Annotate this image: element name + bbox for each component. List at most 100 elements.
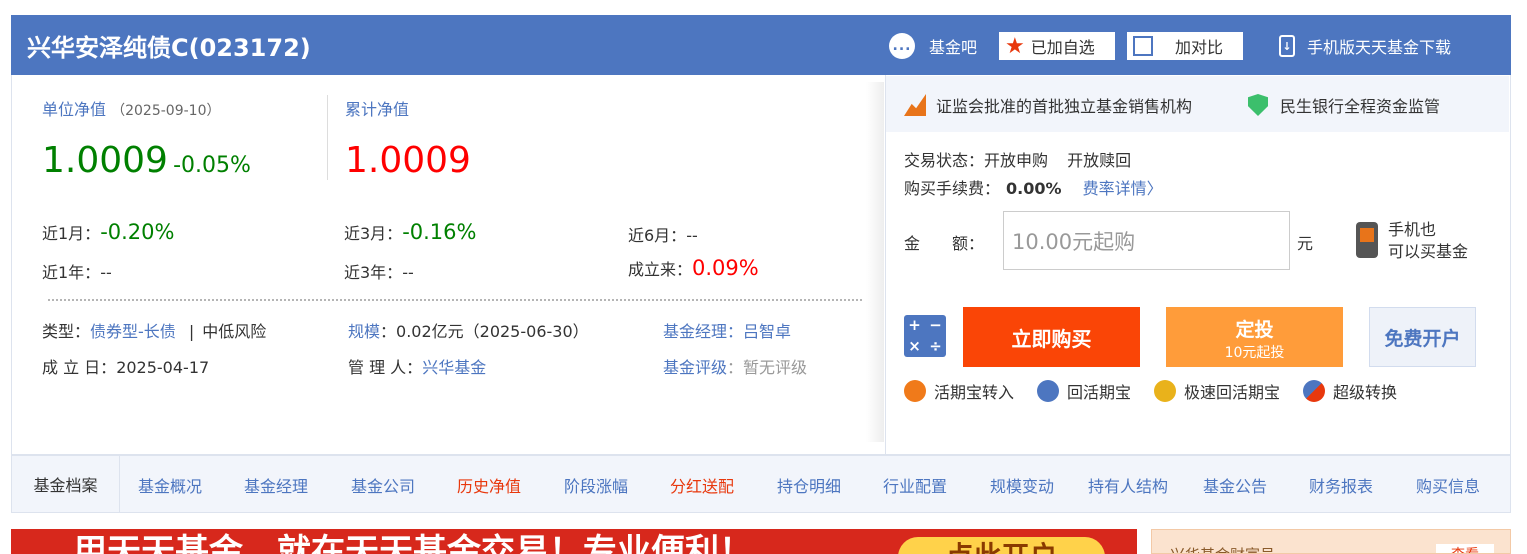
- unit-nav-change: -0.05%: [173, 153, 251, 178]
- money-bag-icon: [1154, 380, 1176, 402]
- hqb-in-icon: [904, 380, 926, 402]
- promo-open-account-button[interactable]: 点此开户: [898, 537, 1105, 554]
- swap-arrows-icon: [1303, 380, 1325, 402]
- company-link[interactable]: 兴华基金: [422, 358, 486, 377]
- trust-item-bank: 民生银行全程资金监管: [1248, 93, 1440, 117]
- amount-input[interactable]: 10.00元起购: [1003, 211, 1290, 270]
- nav-item[interactable]: 规模变动: [990, 473, 1054, 497]
- mobile-download-icon: ↓: [1279, 35, 1295, 57]
- nav-item[interactable]: 基金公司: [351, 473, 415, 497]
- calculator-icon[interactable]: + − × ÷: [904, 315, 946, 357]
- nav-item[interactable]: 基金经理: [244, 473, 308, 497]
- action-label: 回活期宝: [1067, 383, 1132, 402]
- action-hqb-in[interactable]: 活期宝转入: [904, 379, 1014, 403]
- trust-item-text: 民生银行全程资金监管: [1280, 97, 1441, 116]
- nav-item[interactable]: 购买信息: [1416, 473, 1480, 497]
- sip-label: 定投: [1235, 319, 1274, 341]
- status-label: 交易状态：: [904, 151, 985, 170]
- established-value: 2025-04-17: [116, 358, 210, 377]
- sip-sub: 10元起投: [1224, 345, 1285, 361]
- nav-item[interactable]: 基金概况: [138, 473, 202, 497]
- wealth-account-view[interactable]: 查看: [1436, 544, 1494, 553]
- status-redeem: 开放赎回: [1067, 151, 1132, 170]
- manager-link[interactable]: 吕智卓: [743, 322, 791, 341]
- calc-glyph: ÷: [929, 337, 942, 355]
- nav-item[interactable]: 持有人结构: [1088, 473, 1168, 497]
- perf-value: -0.20%: [100, 220, 175, 244]
- manager-label: 基金经理：: [663, 322, 744, 341]
- action-label: 极速回活期宝: [1184, 383, 1281, 402]
- perf-6m: 近6月：--: [628, 222, 698, 246]
- action-label: 活期宝转入: [934, 383, 1015, 402]
- perf-value: -0.16%: [402, 220, 477, 244]
- fee-value: 0.00%: [1006, 179, 1062, 198]
- promo-banner[interactable]: 用天天基金，就在天天基金交易！专业便利！ 点此开户: [11, 529, 1137, 554]
- perf-1y: 近1年：--: [42, 259, 112, 283]
- perf-3m: 近3月：-0.16%: [344, 220, 476, 244]
- nav-item[interactable]: 行业配置: [883, 473, 947, 497]
- action-fast-back-hqb[interactable]: 极速回活期宝: [1154, 379, 1280, 403]
- favorite-label: 已加自选: [1030, 38, 1095, 57]
- trust-bar: 证监会批准的首批独立基金销售机构 民生银行全程资金监管: [886, 76, 1509, 132]
- perf-value: --: [686, 226, 698, 245]
- compare-label: 加对比: [1175, 38, 1224, 57]
- checkbox-icon: [1133, 36, 1153, 56]
- perf-label: 近3月：: [344, 224, 403, 243]
- nav-item[interactable]: 阶段涨幅: [564, 473, 628, 497]
- fund-bar-link[interactable]: ... 基金吧: [889, 32, 977, 60]
- nav-item[interactable]: 基金公告: [1203, 473, 1267, 497]
- chart-trend-icon: [904, 94, 926, 116]
- unit-nav-heading: 单位净值 （2025-09-10）: [42, 96, 220, 120]
- fund-bar-label: 基金吧: [929, 38, 978, 57]
- fund-header: 兴华安泽纯债C(023172) ... 基金吧 ★ 已加自选 加对比 ↓ 手机版…: [11, 15, 1511, 75]
- buy-now-button[interactable]: 立即购买: [963, 307, 1140, 367]
- scale-link[interactable]: 规模: [348, 322, 380, 341]
- promo-banner-text: 用天天基金，就在天天基金交易！专业便利！: [73, 532, 753, 554]
- type-separator: |: [188, 322, 195, 341]
- action-super-convert[interactable]: 超级转换: [1303, 379, 1397, 403]
- app-download-label: 手机版天天基金下载: [1307, 38, 1452, 57]
- amount-unit: 元: [1297, 234, 1314, 253]
- mobile-hint-line2: 可以买基金: [1388, 242, 1469, 261]
- fee-detail-link[interactable]: 费率详情〉: [1083, 179, 1163, 198]
- fund-title: 兴华安泽纯债C(023172): [27, 34, 311, 62]
- fund-type-row: 类型：债券型-长债 | 中低风险: [42, 318, 266, 342]
- acc-nav-value: 1.0009: [345, 140, 471, 181]
- shield-icon: [1248, 94, 1268, 116]
- mobile-hint-line1: 手机也: [1388, 220, 1437, 239]
- wealth-account-title: 兴华基金财富号: [1170, 544, 1275, 553]
- panel-shadow: [866, 82, 884, 442]
- nav-item[interactable]: 财务报表: [1309, 473, 1373, 497]
- nav-item[interactable]: 持仓明细: [777, 473, 841, 497]
- nav-fund-archive[interactable]: 基金档案: [12, 456, 120, 512]
- action-back-hqb[interactable]: 回活期宝: [1037, 379, 1131, 403]
- type-link[interactable]: 债券型-长债: [90, 322, 176, 341]
- scale-value: ：0.02亿元（2025-06-30）: [380, 322, 589, 341]
- calc-glyph: +: [908, 316, 921, 334]
- add-favorite-button[interactable]: ★ 已加自选: [999, 32, 1115, 60]
- mobile-buy-hint: 手机也 可以买基金: [1388, 219, 1468, 263]
- fund-scale-row: 规模：0.02亿元（2025-06-30）: [348, 318, 589, 342]
- company-label: 管 理 人：: [348, 358, 423, 377]
- fee-label: 购买手续费：: [904, 179, 1001, 198]
- nav-item[interactable]: 历史净值: [457, 473, 521, 497]
- dotted-divider: [48, 299, 862, 301]
- action-label: 超级转换: [1333, 383, 1398, 402]
- fund-manager-row: 基金经理：吕智卓: [663, 318, 791, 342]
- company-row: 管 理 人：兴华基金: [348, 354, 486, 378]
- app-download-link[interactable]: ↓ 手机版天天基金下载: [1279, 32, 1451, 60]
- trust-item-text: 证监会批准的首批独立基金销售机构: [936, 97, 1193, 116]
- fee-row: 购买手续费： 0.00% 费率详情〉: [904, 175, 1163, 199]
- perf-since-inception: 成立来：0.09%: [628, 256, 759, 280]
- open-account-button[interactable]: 免费开户: [1369, 307, 1476, 367]
- coins-icon: [1037, 380, 1059, 402]
- rating-link[interactable]: 基金评级: [663, 358, 727, 377]
- nav-item[interactable]: 分红送配: [670, 473, 734, 497]
- unit-nav-value: 1.0009: [42, 140, 168, 181]
- perf-label: 近3年：: [344, 263, 403, 282]
- add-compare-button[interactable]: 加对比: [1127, 32, 1243, 60]
- wealth-account-banner[interactable]: 兴华基金财富号 查看: [1151, 529, 1511, 554]
- trust-item-csrc: 证监会批准的首批独立基金销售机构: [904, 93, 1192, 117]
- nav-divider: [327, 95, 328, 180]
- sip-button[interactable]: 定投 10元起投: [1166, 307, 1343, 367]
